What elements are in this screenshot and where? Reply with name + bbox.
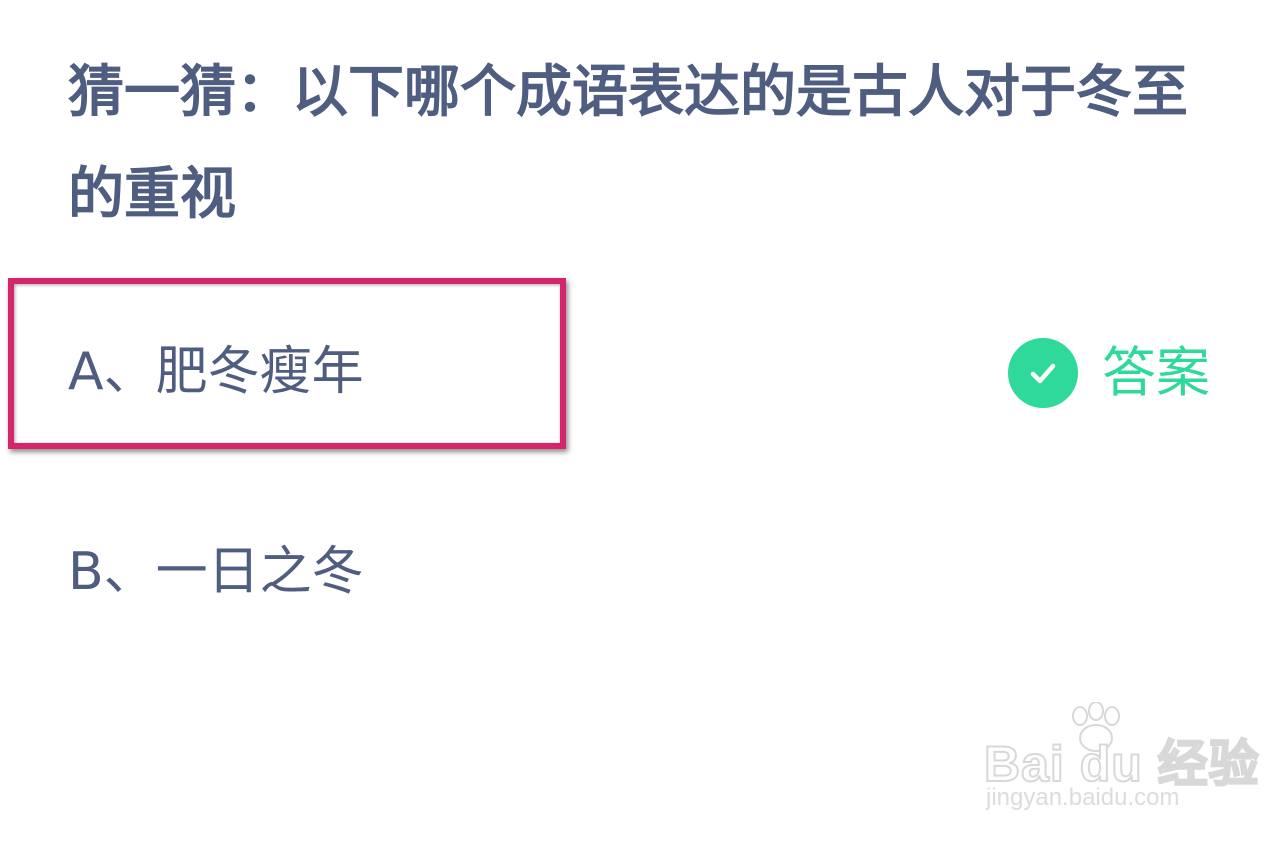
check-circle-icon	[1008, 338, 1078, 408]
question-title: 猜一猜：以下哪个成语表达的是古人对于冬至的重视	[68, 60, 1188, 227]
option-b[interactable]: B、一日之冬	[68, 542, 364, 602]
answer-label: 答案	[1102, 341, 1210, 404]
watermark: Bai du 经验 jingyan.baidu.com	[983, 701, 1260, 822]
answer-tag: 答案	[1008, 338, 1210, 408]
option-a[interactable]: A、肥冬瘦年	[68, 342, 364, 402]
watermark-url: jingyan.baidu.com	[986, 784, 1180, 811]
